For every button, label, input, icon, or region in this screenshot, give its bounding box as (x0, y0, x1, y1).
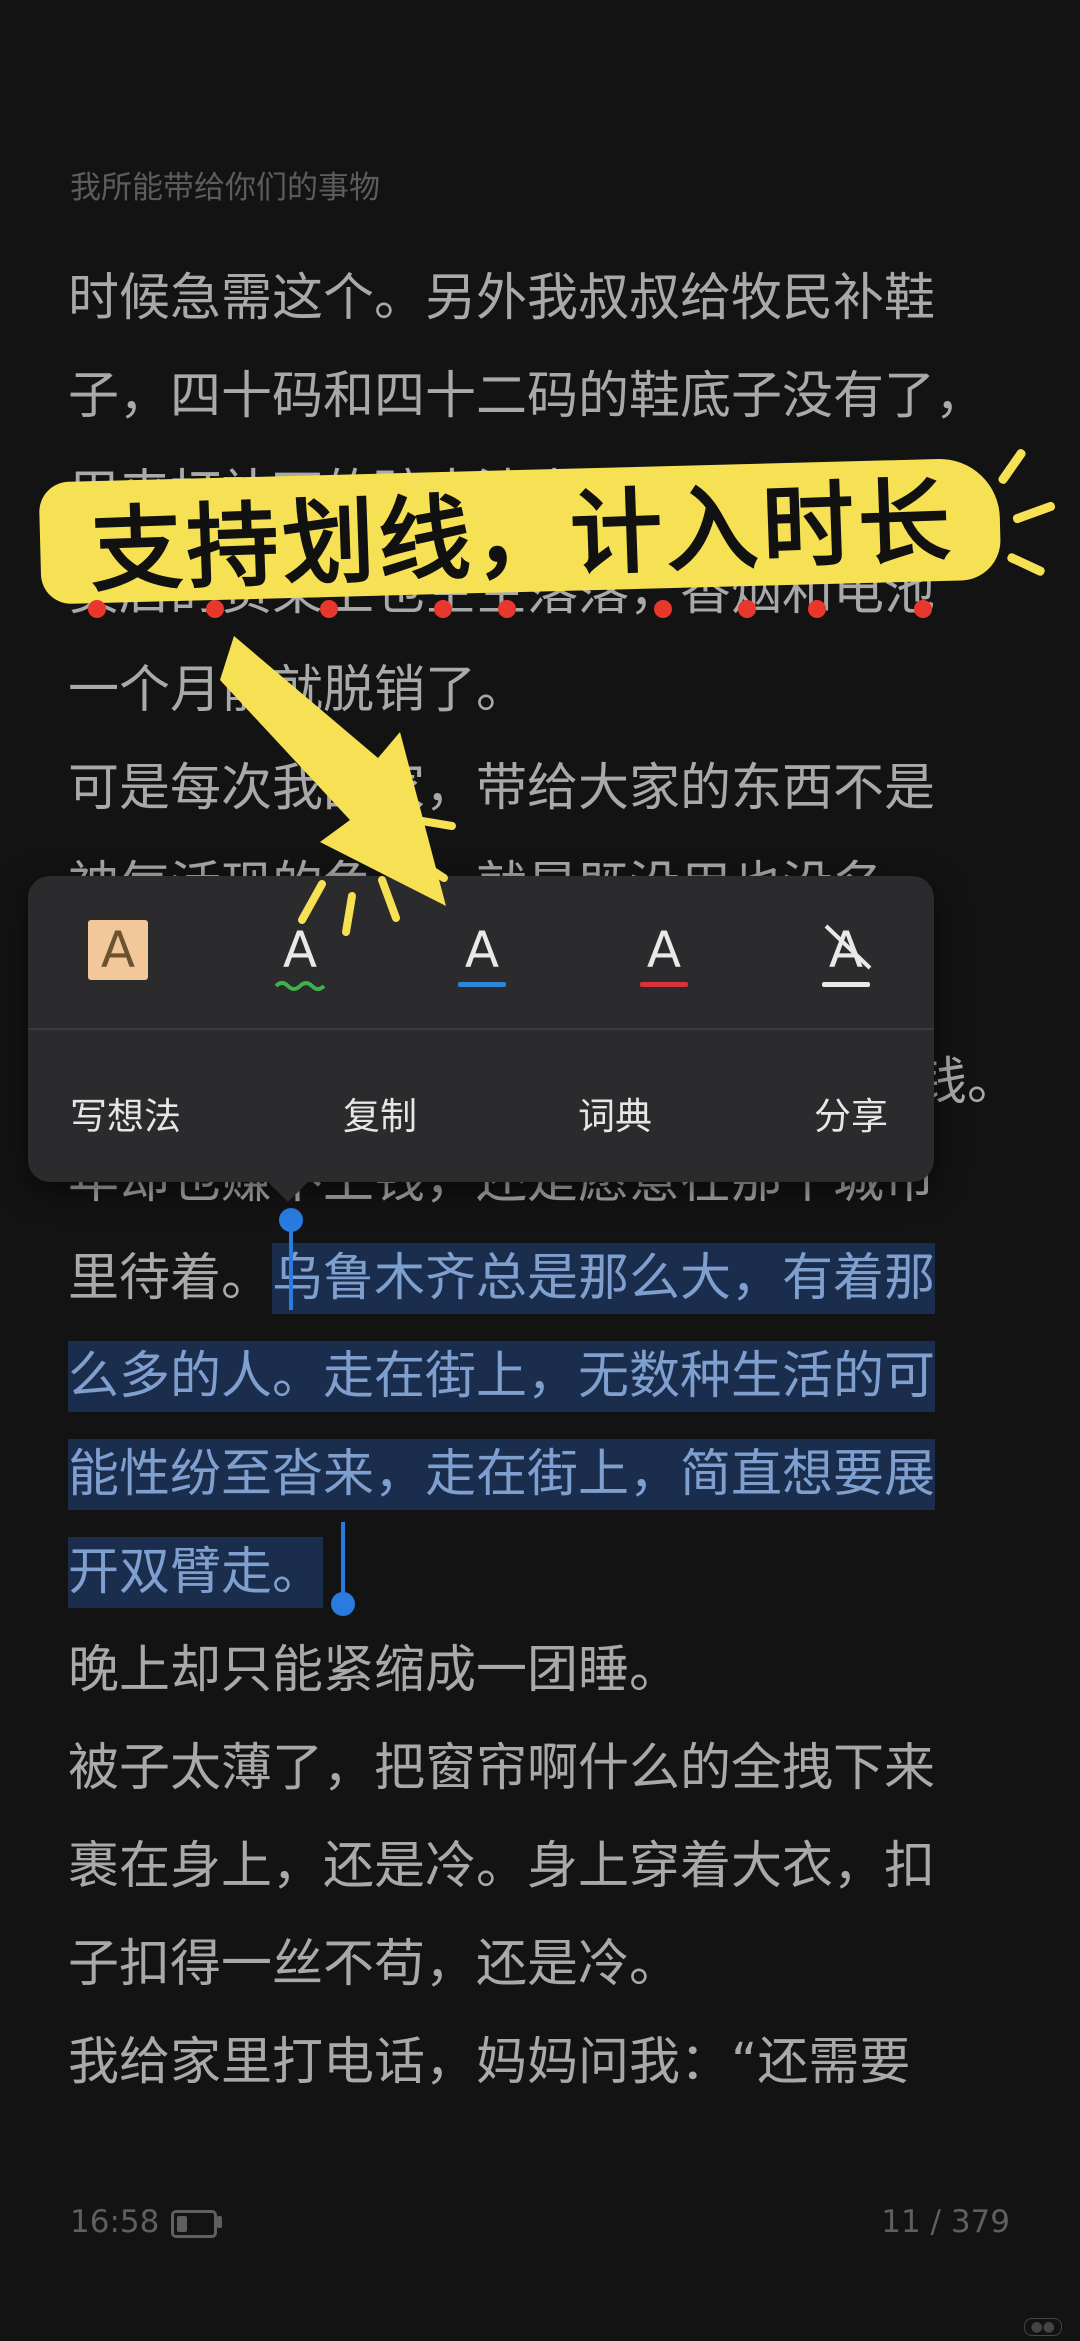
share-button[interactable]: 分享 (814, 1086, 888, 1140)
red-dot (654, 600, 672, 618)
red-dot (434, 600, 452, 618)
text-line: 被子太薄了，把窗帘啊什么的全拽下来 (68, 1739, 936, 1798)
red-dot (808, 600, 826, 618)
text-line: 晚上却只能紧缩成一团睡。 (68, 1641, 681, 1700)
book-title: 我所能带给你们的事物 (70, 170, 380, 206)
red-dot (738, 600, 756, 618)
text-line: 时候急需这个。另外我叔叔给牧民补鞋 (68, 269, 936, 328)
text-line: 裹在身上，还是冷。身上穿着大衣，扣 (68, 1837, 936, 1896)
selection-end-handle[interactable] (331, 1592, 355, 1616)
watermark-badge: ●● (1023, 2318, 1062, 2336)
text-line: 一个月前就脱销了。 (68, 642, 1018, 740)
battery-icon (171, 2210, 217, 2238)
text-line: 子，四十码和四十二码的鞋底子没有了， (68, 367, 987, 426)
strike-icon (824, 924, 872, 970)
text-line: 可是每次我回家，带给大家的东西不是 (68, 759, 936, 818)
erase-style-button[interactable]: A (804, 916, 890, 992)
text-line-with-selection: 里待着。乌鲁木齐总是那么大，有着那 (68, 1230, 1018, 1328)
text-line: 里待着。 (68, 1249, 273, 1308)
selection-start-cursor (289, 1224, 293, 1310)
red-dot (498, 600, 516, 618)
selected-text[interactable]: 开双臂走。 (68, 1537, 324, 1608)
red-dot (914, 600, 932, 618)
red-underline-button[interactable]: A (622, 916, 708, 992)
highlight-style-button[interactable]: A (76, 916, 162, 992)
red-dot (88, 600, 106, 618)
highlight-fill-icon: A (88, 920, 148, 980)
page-counter: 11 / 379 (881, 2204, 1010, 2240)
write-note-button[interactable]: 写想法 (70, 1086, 181, 1140)
popup-pointer (266, 1180, 310, 1202)
blue-line-icon (458, 982, 506, 987)
selected-text[interactable]: 么多的人。走在街上，无数种生活的可 (68, 1341, 936, 1412)
text-line: 我给家里打电话，妈妈问我：“还需要 (68, 2033, 911, 2092)
selection-popup: A A A A A 写想法 复制 词典 分享 (28, 876, 934, 1182)
annotation-dots (88, 600, 948, 620)
popup-divider (28, 1028, 934, 1030)
wavy-line-icon (274, 981, 326, 991)
dictionary-button[interactable]: 词典 (578, 1086, 652, 1140)
red-underline-icon: A (646, 921, 682, 979)
arrow-icon (220, 636, 456, 936)
selected-text[interactable]: 能性纷至沓来，走在街上，简直想要展 (68, 1439, 936, 1510)
red-dot (320, 600, 338, 618)
red-dot (206, 600, 224, 618)
text-line: 子扣得一丝不苟，还是冷。 (68, 1935, 681, 1994)
selected-text[interactable]: 乌鲁木齐总是那么大，有着那 (272, 1243, 936, 1314)
red-line-icon (640, 982, 688, 987)
spark-line (1011, 500, 1057, 525)
clock-time: 16:58 (70, 2204, 160, 2240)
copy-button[interactable]: 复制 (343, 1086, 417, 1140)
battery-tip (217, 2216, 222, 2228)
